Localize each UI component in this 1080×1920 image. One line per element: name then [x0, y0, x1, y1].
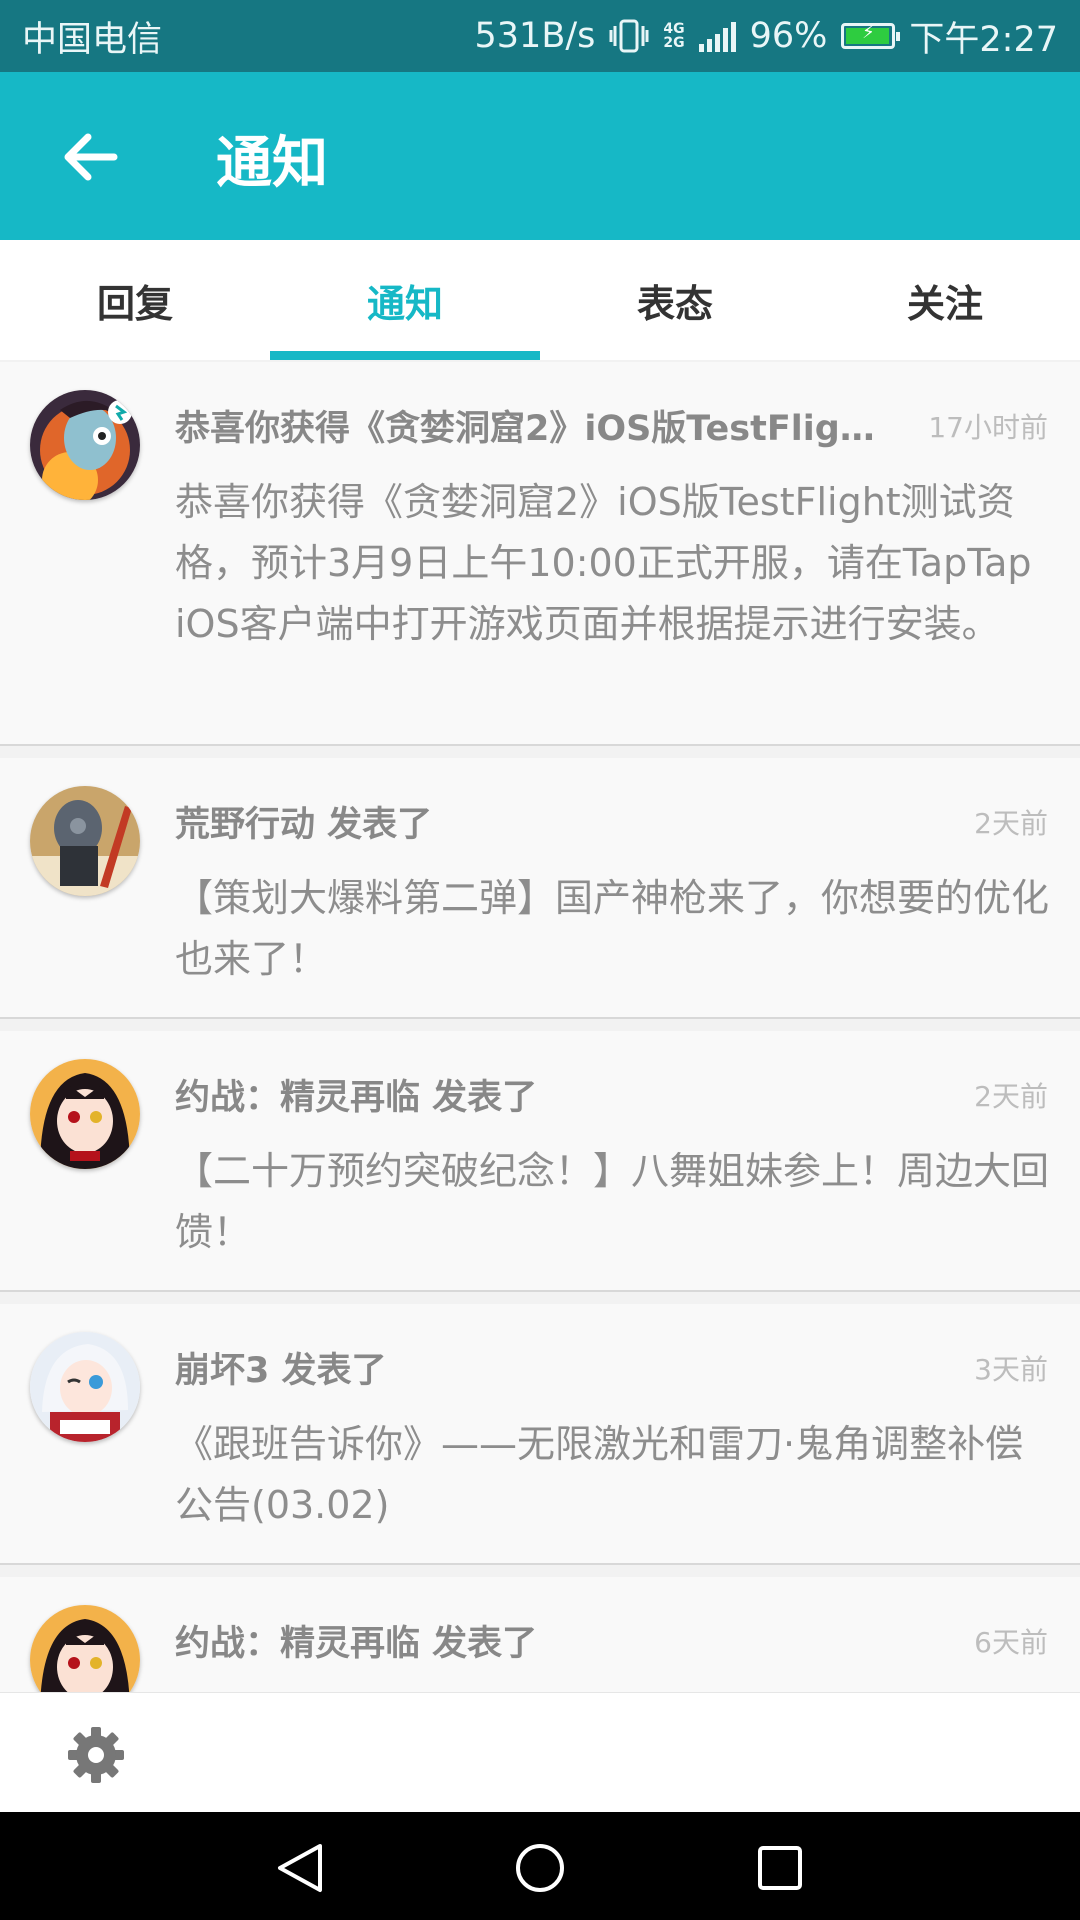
network-type: 4G 2G — [663, 21, 685, 51]
notification-body: 【策划大爆料第二弹】国产神枪来了，你想要的优化也来了！ — [175, 876, 1050, 981]
notification-title: 约战：精灵再临 发表了 — [175, 1624, 538, 1664]
gear-icon[interactable] — [66, 1725, 126, 1785]
notification-title: 崩坏3 发表了 — [175, 1351, 387, 1391]
notification-time: 17小时前 — [928, 411, 1048, 444]
notification-time: 6天前 — [974, 1626, 1048, 1659]
notification-list: 恭喜你获得《贪婪洞窟2》iOS版TestFlig... 17小时前 恭喜你获得《… — [0, 362, 1080, 1692]
battery-percent: 96% — [749, 16, 828, 56]
game-avatar-icon[interactable] — [30, 1059, 140, 1169]
game-avatar-icon[interactable] — [30, 1332, 140, 1442]
notification-time: 2天前 — [974, 1080, 1048, 1113]
notification-body: 【二十万预约突破纪念！】八舞姐妹参上！周边大回馈！ — [175, 1149, 1050, 1254]
notification-item[interactable]: 约战：精灵再临 发表了 6天前 — [0, 1577, 1080, 1692]
notification-title: 荒野行动 发表了 — [175, 805, 433, 845]
notification-time: 3天前 — [974, 1353, 1048, 1386]
clock: 下午2:27 — [909, 19, 1058, 60]
arrow-left-icon[interactable] — [56, 122, 126, 192]
notification-body: 恭喜你获得《贪婪洞窟2》iOS版TestFlight测试资格，预计3月9日上午1… — [175, 480, 1032, 646]
bottom-toolbar — [0, 1692, 1080, 1813]
notification-time: 2天前 — [974, 807, 1048, 840]
game-avatar-icon[interactable] — [30, 786, 140, 896]
tab-bar: 回复 通知 表态 关注 — [0, 240, 1080, 360]
app-bar: 通知 — [0, 72, 1080, 240]
tab-reactions[interactable]: 表态 — [540, 240, 810, 360]
triangle-back-icon[interactable] — [272, 1842, 328, 1894]
circle-home-icon[interactable] — [512, 1842, 568, 1894]
signal-icon — [698, 20, 736, 52]
square-recents-icon[interactable] — [754, 1842, 806, 1894]
tab-notifications[interactable]: 通知 — [270, 240, 540, 360]
notification-body: 《跟班告诉你》——无限激光和雷刀·鬼角调整补偿公告(03.02) — [175, 1422, 1024, 1527]
status-bar: 中国电信 531B/s 4G 2G 96% ⚡ 下午2:27 — [0, 0, 1080, 72]
notification-item[interactable]: 崩坏3 发表了 3天前 《跟班告诉你》——无限激光和雷刀·鬼角调整补偿公告(03… — [0, 1304, 1080, 1565]
notification-title: 约战：精灵再临 发表了 — [175, 1078, 538, 1118]
page-title: 通知 — [216, 131, 328, 196]
network-speed: 531B/s — [474, 16, 596, 56]
status-indicators: 531B/s 4G 2G 96% ⚡ 下午2:27 — [475, 11, 1058, 62]
game-avatar-icon[interactable] — [30, 390, 140, 500]
vibrate-icon — [609, 19, 649, 53]
battery-icon: ⚡ — [841, 22, 901, 49]
notification-item[interactable]: 约战：精灵再临 发表了 2天前 【二十万预约突破纪念！】八舞姐妹参上！周边大回馈… — [0, 1031, 1080, 1292]
carrier-name: 中国电信 — [22, 19, 163, 60]
tab-replies[interactable]: 回复 — [0, 240, 270, 360]
game-avatar-icon[interactable] — [30, 1605, 140, 1692]
notification-title: 恭喜你获得《贪婪洞窟2》iOS版TestFlig... — [175, 409, 875, 449]
notification-item[interactable]: 恭喜你获得《贪婪洞窟2》iOS版TestFlig... 17小时前 恭喜你获得《… — [0, 362, 1080, 746]
system-navigation-bar — [0, 1812, 1080, 1920]
notification-item[interactable]: 荒野行动 发表了 2天前 【策划大爆料第二弹】国产神枪来了，你想要的优化也来了！ — [0, 758, 1080, 1019]
tab-following[interactable]: 关注 — [810, 240, 1080, 360]
